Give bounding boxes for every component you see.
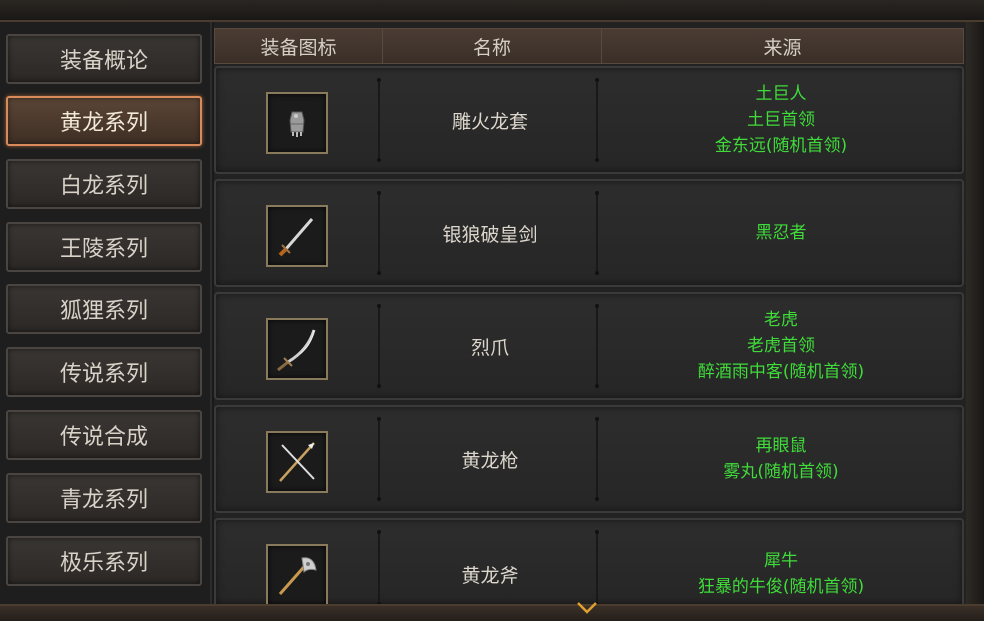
header-icon: 装备图标 — [215, 29, 383, 63]
source-line: 土巨人 — [755, 84, 807, 104]
item-name: 雕火龙套 — [451, 110, 528, 133]
column-divider — [377, 191, 381, 275]
table-row[interactable]: 雕火龙套 土巨人 土巨首领 金东远(随机首领) — [214, 66, 964, 174]
table-header: 装备图标 名称 来源 — [214, 28, 964, 64]
sidebar-item-legend[interactable]: 传说系列 — [6, 347, 202, 397]
gauntlet-icon[interactable] — [266, 92, 328, 154]
header-source: 来源 — [763, 36, 802, 59]
source-line: 老虎首领 — [747, 336, 815, 356]
item-sources: 再眼鼠 雾丸(随机首领) — [600, 407, 962, 511]
table-row[interactable]: 银狼破皇剑 黑忍者 — [214, 179, 964, 287]
sidebar-item-label: 王陵系列 — [59, 237, 148, 262]
equipment-table: 装备图标 名称 来源 雕火龙套 土巨人 土巨首领 金东远(随机首领) 银狼破皇剑… — [214, 22, 966, 606]
source-line: 土巨首领 — [747, 110, 815, 130]
axe-icon[interactable] — [266, 544, 328, 606]
sidebar-item-label: 传说合成 — [59, 425, 148, 450]
source-line: 老虎 — [764, 310, 798, 330]
sidebar-item-legend-synthesis[interactable]: 传说合成 — [6, 410, 202, 460]
sidebar-item-label: 极乐系列 — [59, 551, 148, 576]
item-name: 烈爪 — [470, 336, 509, 359]
item-sources: 土巨人 土巨首领 金东远(随机首领) — [600, 68, 962, 172]
sidebar-item-fox[interactable]: 狐狸系列 — [6, 284, 202, 334]
column-divider — [377, 530, 381, 606]
item-name: 黄龙枪 — [461, 449, 519, 472]
item-sources: 老虎 老虎首领 醉酒雨中客(随机首领) — [600, 294, 962, 398]
source-line: 狂暴的牛俊(随机首领) — [697, 577, 865, 597]
bottom-frame-border — [0, 604, 984, 621]
source-line: 再眼鼠 — [755, 436, 807, 456]
scimitar-icon[interactable] — [266, 318, 328, 380]
source-line: 金东远(随机首领) — [714, 136, 848, 156]
source-line: 醉酒雨中客(随机首领) — [697, 362, 865, 382]
sidebar-item-yellow-dragon[interactable]: 黄龙系列 — [6, 96, 202, 146]
sidebar-item-royal-tomb[interactable]: 王陵系列 — [6, 222, 202, 272]
source-line: 雾丸(随机首领) — [723, 462, 839, 482]
sidebar-item-azure-dragon[interactable]: 青龙系列 — [6, 473, 202, 523]
sidebar-item-label: 装备概论 — [59, 49, 148, 74]
right-frame-border — [966, 22, 984, 604]
top-frame-border — [0, 0, 984, 22]
spear-icon[interactable] — [266, 431, 328, 493]
sidebar-item-label: 传说系列 — [59, 362, 148, 387]
sidebar-item-label: 青龙系列 — [59, 488, 148, 513]
column-divider — [377, 417, 381, 501]
table-row[interactable]: 烈爪 老虎 老虎首领 醉酒雨中客(随机首领) — [214, 292, 964, 400]
table-row[interactable]: 黄龙斧 犀牛 狂暴的牛俊(随机首领) — [214, 518, 964, 606]
sidebar-item-label: 白龙系列 — [59, 174, 148, 199]
sidebar-item-label: 黄龙系列 — [59, 111, 148, 136]
sword-icon[interactable] — [266, 205, 328, 267]
sidebar-item-overview[interactable]: 装备概论 — [6, 34, 202, 84]
category-sidebar: 装备概论 黄龙系列 白龙系列 王陵系列 狐狸系列 传说系列 传说合成 青龙系列 … — [0, 22, 212, 604]
column-divider — [377, 78, 381, 162]
table-row[interactable]: 黄龙枪 再眼鼠 雾丸(随机首领) — [214, 405, 964, 513]
sidebar-item-bliss[interactable]: 极乐系列 — [6, 536, 202, 586]
header-name: 名称 — [383, 29, 602, 63]
sidebar-item-label: 狐狸系列 — [59, 299, 148, 324]
item-sources: 黑忍者 — [600, 181, 962, 285]
sidebar-item-white-dragon[interactable]: 白龙系列 — [6, 159, 202, 209]
column-divider — [377, 304, 381, 388]
source-line: 黑忍者 — [755, 223, 807, 243]
item-name: 银狼破皇剑 — [442, 223, 538, 246]
chevron-down-icon[interactable] — [576, 600, 598, 614]
source-line: 犀牛 — [764, 551, 798, 571]
